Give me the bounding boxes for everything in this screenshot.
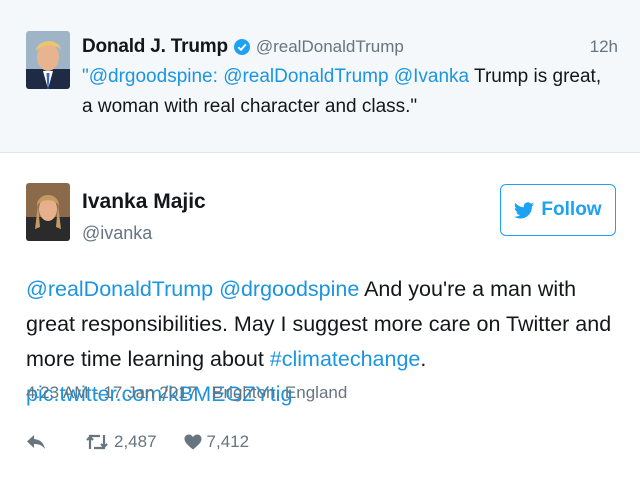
author-handle[interactable]: @realDonaldTrump: [256, 37, 404, 57]
reply-button[interactable]: [26, 434, 46, 450]
heart-icon: [184, 434, 202, 450]
retweet-button[interactable]: 2,487: [80, 432, 157, 452]
mention-link[interactable]: @Ivanka: [394, 66, 469, 87]
author-name[interactable]: Donald J. Trump: [82, 36, 228, 58]
parent-tweet[interactable]: Donald J. Trump @realDonaldTrump 12h "@d…: [0, 0, 640, 153]
avatar[interactable]: [26, 31, 70, 89]
author-name[interactable]: Ivanka Majic: [82, 190, 206, 214]
reply-icon: [26, 434, 46, 450]
mention-link[interactable]: @realDonaldTrump: [26, 277, 213, 301]
follow-button[interactable]: Follow: [500, 184, 616, 236]
mention-link[interactable]: @drgoodspine: [219, 277, 359, 301]
tweet-meta[interactable]: 4:23 AM - 17 Jan 2017 · Brighton, Englan…: [26, 383, 347, 403]
tweet-page: Donald J. Trump @realDonaldTrump 12h "@d…: [0, 0, 640, 480]
avatar[interactable]: [26, 183, 70, 241]
like-button[interactable]: 7,412: [179, 432, 250, 452]
retweet-icon: [85, 433, 109, 451]
follow-label: Follow: [541, 199, 602, 220]
twitter-bird-icon: [514, 201, 535, 219]
hashtag-link[interactable]: #climatechange: [270, 347, 421, 371]
mention-link[interactable]: @realDonaldTrump: [223, 66, 388, 87]
like-count: 7,412: [206, 432, 250, 451]
tweet-timestamp[interactable]: 12h: [590, 37, 618, 57]
text-segment[interactable]: "@drgoodspine:: [82, 66, 223, 87]
retweet-count: 2,487: [114, 432, 157, 451]
verified-badge-icon: [233, 39, 250, 55]
parent-tweet-header: Donald J. Trump @realDonaldTrump 12h: [82, 34, 618, 60]
author-handle[interactable]: @ivanka: [82, 223, 152, 244]
tweet-actions: 2,487 7,412: [26, 428, 249, 456]
text-segment: .: [420, 347, 427, 371]
parent-tweet-text: "@drgoodspine: @realDonaldTrump @Ivanka …: [82, 62, 612, 122]
